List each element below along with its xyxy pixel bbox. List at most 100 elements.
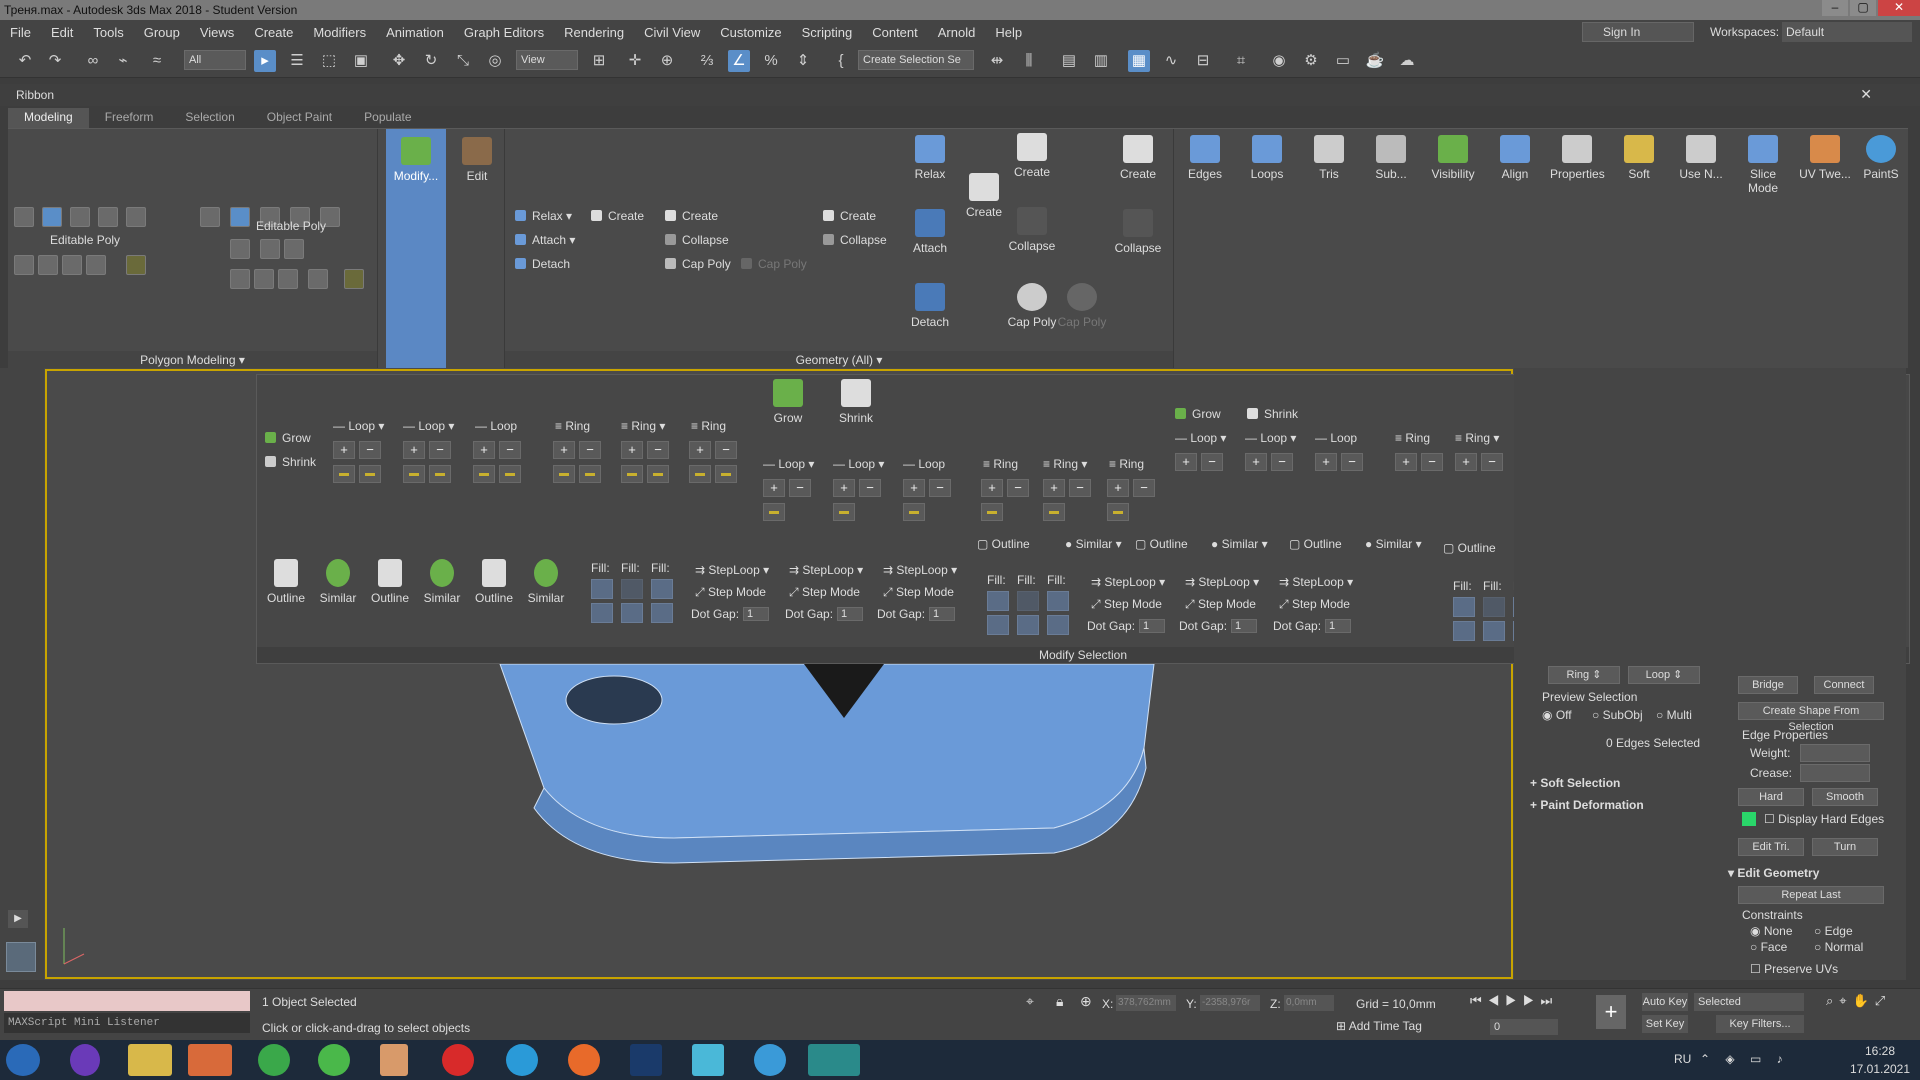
similar-big-2[interactable]: Similar	[415, 559, 469, 605]
workspaces-dropdown[interactable]: Default	[1782, 22, 1912, 42]
ring-minus-1[interactable]: −	[579, 441, 601, 459]
named-selection-dropdown[interactable]: Create Selection Se	[858, 50, 974, 70]
create-small-button[interactable]: Create	[591, 209, 644, 223]
similar-small-3[interactable]: ● Similar ▾	[1365, 537, 1422, 551]
x-coord-input[interactable]: 378,762mm	[1116, 995, 1176, 1011]
menu-edit[interactable]: Edit	[41, 25, 83, 40]
step-mode-button-2[interactable]: ⤢ Step Mode	[789, 585, 860, 600]
outline-small-3[interactable]: ▢ Outline	[1289, 537, 1342, 551]
loop-step-5[interactable]	[473, 465, 495, 483]
menu-create[interactable]: Create	[244, 25, 303, 40]
loop-step-9[interactable]	[903, 503, 925, 521]
expand-icon[interactable]: ▶	[8, 910, 28, 928]
cap-poly-big-button[interactable]: Cap Poly	[1005, 283, 1059, 329]
weight-spinner[interactable]	[1800, 744, 1870, 762]
align-button[interactable]: Align	[1488, 135, 1542, 181]
scale-icon[interactable]: ⤡	[452, 50, 474, 72]
step-mode-button-4[interactable]: ⤢ Step Mode	[1091, 597, 1162, 612]
y-coord-input[interactable]: -2358,976r	[1200, 995, 1260, 1011]
soft-selection-rollout[interactable]: + Soft Selection	[1530, 776, 1620, 790]
ring-plus-6[interactable]: +	[1107, 479, 1129, 497]
fill-button-3[interactable]	[651, 579, 673, 599]
media-app-icon[interactable]	[70, 1044, 100, 1076]
minimize-button[interactable]: –	[1822, 0, 1848, 16]
rect-selection-icon[interactable]: ⬚	[318, 50, 340, 72]
loop-step-6[interactable]	[499, 465, 521, 483]
show-result-2-icon[interactable]	[344, 269, 364, 289]
ring-minus-5[interactable]: −	[1069, 479, 1091, 497]
vertex-mode-2-icon[interactable]	[200, 207, 220, 227]
create-big-button-2[interactable]: Create	[1005, 133, 1059, 179]
loop-step-4[interactable]	[429, 465, 451, 483]
paint-deformation-rollout[interactable]: + Paint Deformation	[1530, 798, 1644, 812]
maxscript-listener[interactable]: MAXScript Mini Listener	[4, 1013, 250, 1033]
menu-group[interactable]: Group	[134, 25, 190, 40]
loop-minus-4[interactable]: −	[789, 479, 811, 497]
edges-button[interactable]: Edges	[1178, 135, 1232, 181]
loop-plus-1[interactable]: +	[333, 441, 355, 459]
similar-big-1[interactable]: Similar	[311, 559, 365, 605]
grow-big-button[interactable]: Grow	[761, 379, 815, 425]
menu-civil-view[interactable]: Civil View	[634, 25, 710, 40]
menu-arnold[interactable]: Arnold	[928, 25, 986, 40]
loop-step-3[interactable]	[403, 465, 425, 483]
render-icon[interactable]: ☕	[1364, 50, 1386, 72]
loop-button-9[interactable]: — Loop	[1315, 431, 1357, 445]
step-mode-button-3[interactable]: ⤢ Step Mode	[883, 585, 954, 600]
stack-icon-5[interactable]	[230, 269, 250, 289]
ring-button-1[interactable]: ≡ Ring	[555, 419, 590, 433]
menu-rendering[interactable]: Rendering	[554, 25, 634, 40]
create-big-button-1[interactable]: Create	[957, 173, 1011, 219]
viewcube-icon[interactable]	[6, 942, 36, 972]
add-time-tag-button[interactable]: ⊞ Add Time Tag	[1336, 1019, 1422, 1033]
attach-small-button[interactable]: Attach ▾	[515, 233, 575, 247]
fill-button-7[interactable]	[987, 591, 1009, 611]
hard-button[interactable]: Hard	[1738, 788, 1804, 806]
ring-minus-2[interactable]: −	[647, 441, 669, 459]
create-small-button-2[interactable]: Create	[665, 209, 718, 223]
edge-mode-icon[interactable]	[42, 207, 62, 227]
preview-off-radio[interactable]: ◉ Off	[1542, 708, 1572, 722]
loop-minus-6[interactable]: −	[929, 479, 951, 497]
steploop-button-4[interactable]: ⇉ StepLoop ▾	[1091, 575, 1165, 589]
mirror-icon[interactable]: ⇹	[986, 50, 1008, 72]
uv-tweak-button[interactable]: UV Twe...	[1798, 135, 1852, 181]
ring-minus-6[interactable]: −	[1133, 479, 1155, 497]
bind-spacewarp-icon[interactable]: ≈	[146, 50, 168, 72]
outline-small-2[interactable]: ▢ Outline	[1135, 537, 1188, 551]
grow-small-button-2[interactable]: Grow	[1175, 407, 1221, 421]
relax-small-button[interactable]: Relax ▾	[515, 209, 572, 223]
edge-mode-2-icon[interactable]	[230, 207, 250, 227]
outline-big-3[interactable]: Outline	[467, 559, 521, 605]
ring-step-3[interactable]	[621, 465, 643, 483]
loops-button[interactable]: Loops	[1240, 135, 1294, 181]
stack-icon-6[interactable]	[254, 269, 274, 289]
preview-multi-radio[interactable]: ○ Multi	[1656, 708, 1692, 722]
loop-minus-2[interactable]: −	[429, 441, 451, 459]
stack-icon-2[interactable]	[38, 255, 58, 275]
dope-sheet-icon[interactable]: ⊟	[1192, 50, 1214, 72]
outline-small-4[interactable]: ▢ Outline	[1443, 541, 1496, 555]
loop-button-2[interactable]: — Loop ▾	[403, 419, 454, 433]
ring-plus-3[interactable]: +	[689, 441, 711, 459]
stack-icon-7[interactable]	[278, 269, 298, 289]
close-button[interactable]: ✕	[1878, 0, 1920, 16]
stack-icon-3[interactable]	[62, 255, 82, 275]
link-icon[interactable]: ∞	[82, 50, 104, 72]
loop-minus-1[interactable]: −	[359, 441, 381, 459]
show-end-result-icon[interactable]	[126, 255, 146, 275]
loop-plus-7[interactable]: +	[1175, 453, 1197, 471]
properties-button[interactable]: Properties	[1550, 135, 1605, 181]
element-mode-icon[interactable]	[126, 207, 146, 227]
lock-icon[interactable]: 🔒︎	[1056, 993, 1063, 1010]
loop-plus-2[interactable]: +	[403, 441, 425, 459]
collapse-stack-icon[interactable]	[230, 239, 250, 259]
render-setup-icon[interactable]: ⚙	[1300, 50, 1322, 72]
menu-customize[interactable]: Customize	[710, 25, 791, 40]
fill-button-5[interactable]	[621, 603, 643, 623]
key-filters-button[interactable]: Key Filters...	[1716, 1015, 1804, 1033]
render-frame-icon[interactable]: ▭	[1332, 50, 1354, 72]
loop-button-6[interactable]: — Loop	[903, 457, 945, 471]
step-mode-button-5[interactable]: ⤢ Step Mode	[1185, 597, 1256, 612]
ring-plus-1[interactable]: +	[553, 441, 575, 459]
